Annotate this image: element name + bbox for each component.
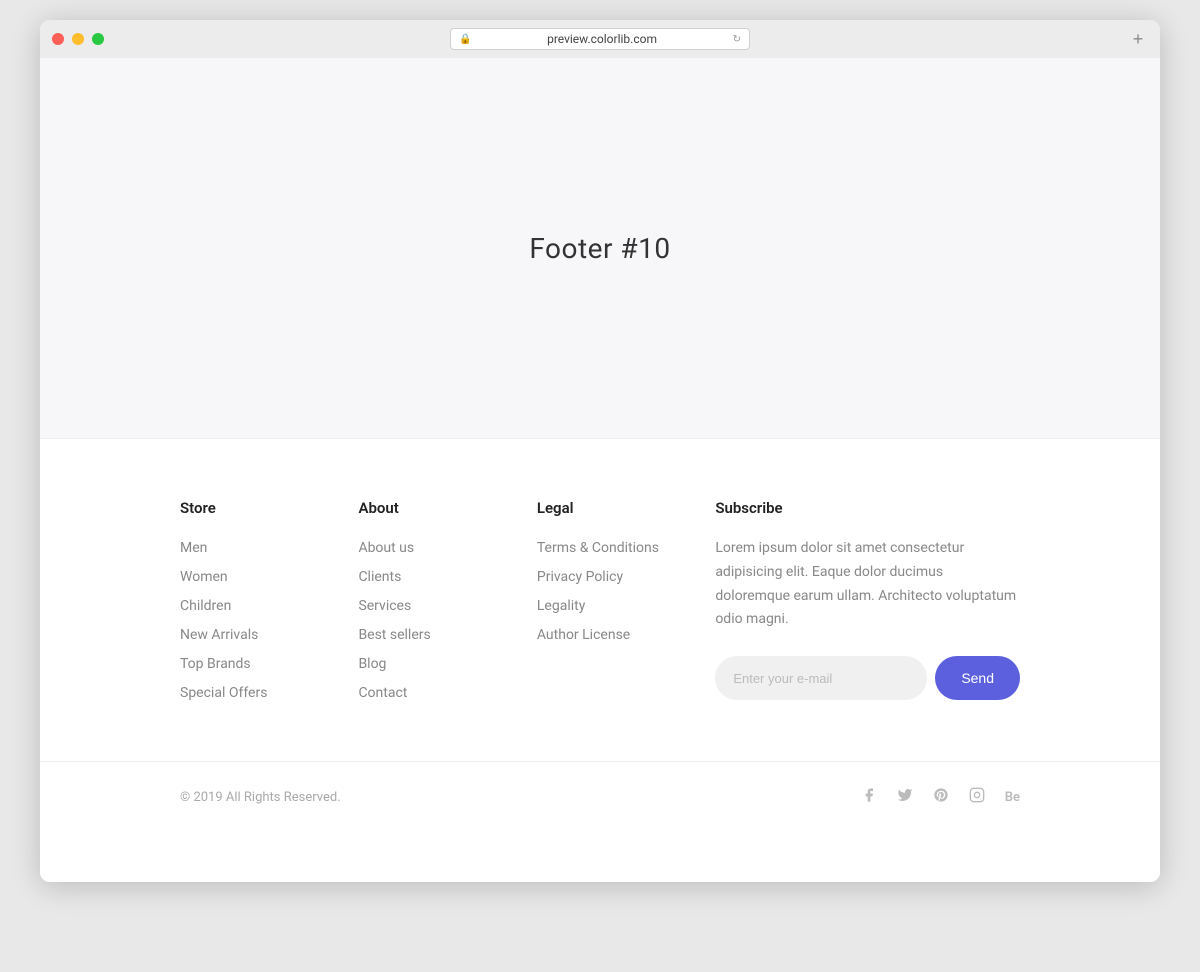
url-text: preview.colorlib.com [475, 32, 728, 46]
store-link-women[interactable]: Women [180, 569, 228, 585]
store-link-special-offers[interactable]: Special Offers [180, 685, 267, 701]
list-item: Blog [358, 653, 536, 672]
send-button[interactable]: Send [935, 656, 1020, 700]
about-link-about-us[interactable]: About us [358, 540, 414, 556]
about-link-best-sellers[interactable]: Best sellers [358, 627, 430, 643]
list-item: About us [358, 537, 536, 556]
list-item: Best sellers [358, 624, 536, 643]
list-item: New Arrivals [180, 624, 358, 643]
about-link-contact[interactable]: Contact [358, 685, 407, 701]
new-tab-button[interactable]: + [1128, 29, 1148, 49]
list-item: Author License [537, 624, 715, 643]
subscribe-column: Subscribe Lorem ipsum dolor sit amet con… [715, 499, 1020, 711]
store-link-top-brands[interactable]: Top Brands [180, 656, 251, 672]
legal-link-author[interactable]: Author License [537, 627, 630, 643]
store-link-men[interactable]: Men [180, 540, 207, 556]
main-area: Footer #10 [40, 58, 1160, 438]
legal-column: Legal Terms & Conditions Privacy Policy … [537, 499, 715, 711]
subscribe-description: Lorem ipsum dolor sit amet consectetur a… [715, 537, 1020, 632]
store-column: Store Men Women Children New Arrivals To… [180, 499, 358, 711]
footer-columns: Store Men Women Children New Arrivals To… [40, 499, 1160, 711]
refresh-icon[interactable]: ↻ [733, 34, 741, 45]
maximize-dot[interactable] [92, 33, 104, 45]
legal-link-terms[interactable]: Terms & Conditions [537, 540, 659, 556]
list-item: Terms & Conditions [537, 537, 715, 556]
list-item: Top Brands [180, 653, 358, 672]
about-heading: About [358, 499, 536, 517]
about-links: About us Clients Services Best sellers B… [358, 537, 536, 701]
about-link-services[interactable]: Services [358, 598, 411, 614]
subscribe-heading: Subscribe [715, 499, 1020, 517]
lock-icon: 🔒 [459, 34, 471, 45]
footer: Store Men Women Children New Arrivals To… [40, 438, 1160, 882]
legal-link-privacy[interactable]: Privacy Policy [537, 569, 623, 585]
list-item: Women [180, 566, 358, 585]
list-item: Services [358, 595, 536, 614]
legal-heading: Legal [537, 499, 715, 517]
store-link-children[interactable]: Children [180, 598, 231, 614]
legal-links: Terms & Conditions Privacy Policy Legali… [537, 537, 715, 643]
about-column: About About us Clients Services Best sel… [358, 499, 536, 711]
close-dot[interactable] [52, 33, 64, 45]
about-link-clients[interactable]: Clients [358, 569, 401, 585]
title-bar: 🔒 preview.colorlib.com ↻ + [40, 20, 1160, 58]
footer-spacer [40, 832, 1160, 882]
list-item: Contact [358, 682, 536, 701]
facebook-link[interactable] [861, 787, 877, 807]
legal-link-legality[interactable]: Legality [537, 598, 585, 614]
list-item: Privacy Policy [537, 566, 715, 585]
twitter-link[interactable] [897, 787, 913, 807]
about-link-blog[interactable]: Blog [358, 656, 386, 672]
list-item: Children [180, 595, 358, 614]
social-links: Be [861, 787, 1020, 807]
pinterest-link[interactable] [933, 787, 949, 807]
address-bar: 🔒 preview.colorlib.com ↻ [450, 28, 750, 50]
subscribe-form: Send [715, 656, 1020, 700]
page-content: Footer #10 Store Men Women Children New … [40, 58, 1160, 882]
email-input[interactable] [715, 656, 927, 700]
list-item: Clients [358, 566, 536, 585]
browser-window: 🔒 preview.colorlib.com ↻ + Footer #10 St… [40, 20, 1160, 882]
store-link-new-arrivals[interactable]: New Arrivals [180, 627, 258, 643]
store-heading: Store [180, 499, 358, 517]
list-item: Men [180, 537, 358, 556]
store-links: Men Women Children New Arrivals Top Bran… [180, 537, 358, 701]
page-title: Footer #10 [529, 232, 670, 265]
list-item: Special Offers [180, 682, 358, 701]
copyright-text: © 2019 All Rights Reserved. [180, 790, 341, 805]
list-item: Legality [537, 595, 715, 614]
behance-link[interactable]: Be [1005, 790, 1020, 805]
minimize-dot[interactable] [72, 33, 84, 45]
footer-bottom: © 2019 All Rights Reserved. Be [40, 761, 1160, 832]
instagram-link[interactable] [969, 787, 985, 807]
